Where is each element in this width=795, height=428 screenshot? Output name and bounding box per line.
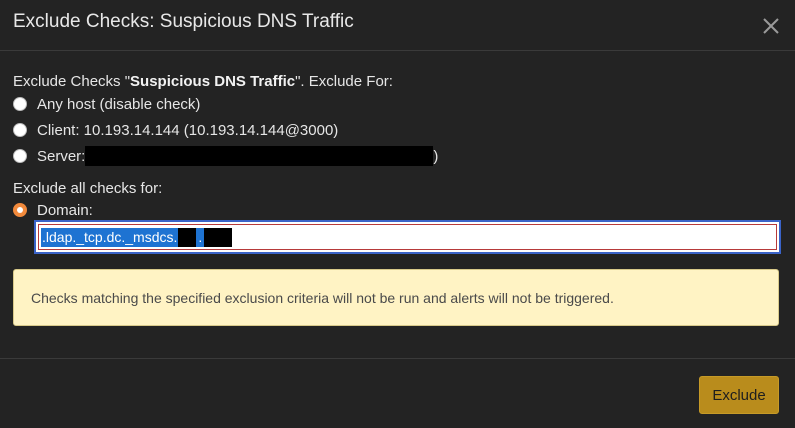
- redacted-server-name: [85, 146, 434, 166]
- option-server[interactable]: Server: ): [13, 146, 438, 166]
- option-client[interactable]: Client: 10.193.14.144 (10.193.14.144@300…: [13, 120, 338, 140]
- redacted-domain-part-2: [204, 227, 233, 247]
- option-client-label: Client: 10.193.14.144 (10.193.14.144@300…: [37, 121, 339, 139]
- intro-prefix: Exclude Checks ": [13, 73, 131, 90]
- exclude-button[interactable]: Exclude: [699, 376, 779, 414]
- option-server-label-prefix: Server:: [37, 147, 86, 165]
- radio-domain[interactable]: [13, 203, 27, 217]
- exclude-all-label: Exclude all checks for:: [13, 180, 163, 197]
- intro-suffix: ". Exclude For:: [295, 73, 393, 90]
- check-name: Suspicious DNS Traffic: [130, 73, 296, 90]
- radio-client[interactable]: [13, 123, 27, 137]
- domain-input-dot: .: [196, 227, 205, 247]
- domain-input-value: .ldap._tcp.dc._msdcs.: [41, 227, 179, 247]
- intro-text: Exclude Checks "Suspicious DNS Traffic".…: [13, 73, 393, 90]
- radio-any-host[interactable]: [13, 97, 27, 111]
- option-domain[interactable]: Domain:: [13, 200, 93, 220]
- dialog-header: Exclude Checks: Suspicious DNS Traffic: [0, 0, 795, 51]
- dialog-body: Exclude Checks "Suspicious DNS Traffic".…: [0, 52, 795, 358]
- domain-input-field[interactable]: .ldap._tcp.dc._msdcs. .: [38, 224, 777, 250]
- option-domain-label: Domain:: [37, 201, 93, 219]
- option-any-host-label: Any host (disable check): [37, 95, 201, 113]
- option-any-host[interactable]: Any host (disable check): [13, 94, 200, 114]
- option-server-label-suffix: ): [433, 147, 439, 165]
- exclude-checks-dialog: Exclude Checks: Suspicious DNS Traffic E…: [0, 0, 795, 428]
- dialog-footer: Exclude: [0, 358, 795, 428]
- alert-text: Checks matching the specified exclusion …: [31, 289, 614, 306]
- redacted-domain-part-1: [178, 227, 197, 247]
- close-icon[interactable]: [762, 17, 780, 35]
- dialog-title: Exclude Checks: Suspicious DNS Traffic: [13, 11, 354, 32]
- radio-server[interactable]: [13, 149, 27, 163]
- domain-input[interactable]: .ldap._tcp.dc._msdcs. .: [34, 220, 781, 254]
- info-alert: Checks matching the specified exclusion …: [13, 269, 779, 326]
